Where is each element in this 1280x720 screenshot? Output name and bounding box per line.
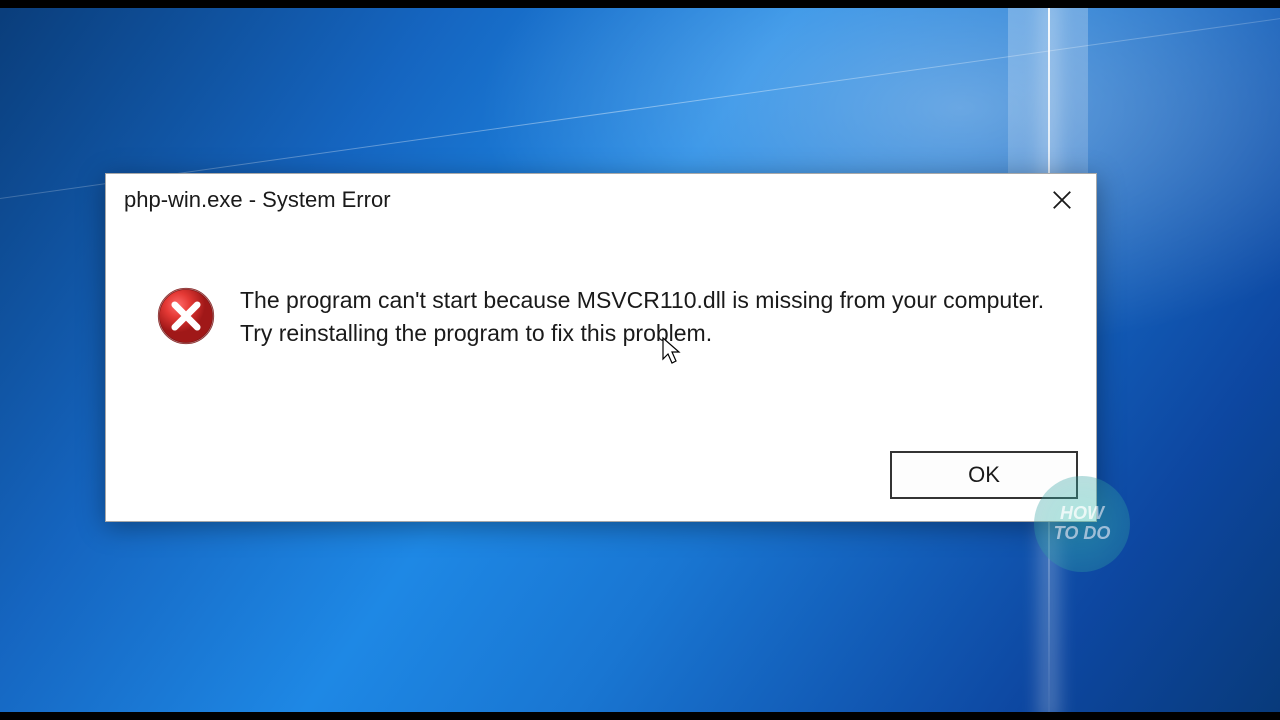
error-dialog: php-win.exe - System Error	[105, 173, 1097, 522]
dialog-title: php-win.exe - System Error	[124, 187, 391, 213]
letterbox-top	[0, 0, 1280, 8]
watermark-line1: HOW	[1060, 504, 1104, 524]
close-button[interactable]	[1042, 182, 1082, 218]
letterbox-bottom	[0, 712, 1280, 720]
error-message: The program can't start because MSVCR110…	[240, 284, 1046, 351]
watermark-line2: TO DO	[1054, 524, 1111, 544]
dialog-titlebar: php-win.exe - System Error	[106, 174, 1096, 222]
error-icon	[156, 286, 216, 346]
close-icon	[1051, 189, 1073, 211]
dialog-content: The program can't start because MSVCR110…	[106, 222, 1096, 381]
watermark-badge: HOW TO DO	[1034, 476, 1130, 572]
